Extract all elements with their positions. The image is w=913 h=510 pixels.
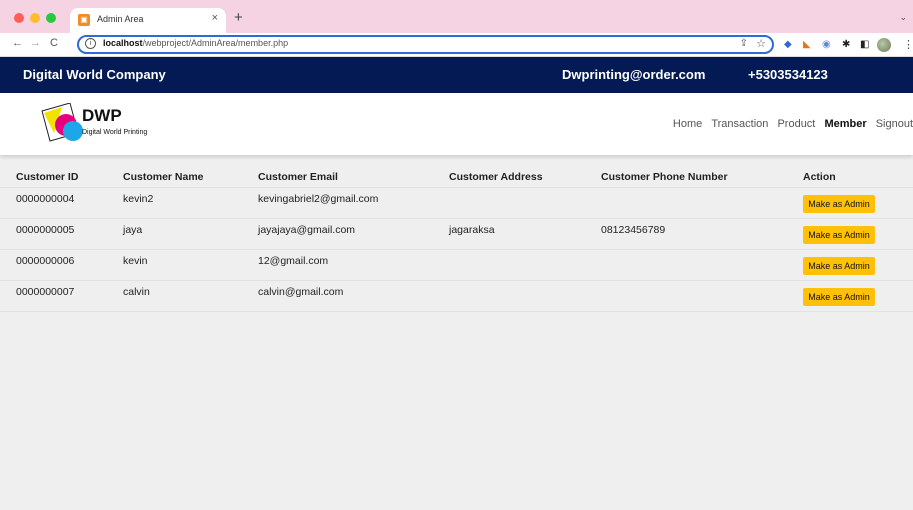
customer-email: jayajaya@gmail.com	[258, 224, 356, 236]
header-action: Action	[803, 171, 836, 183]
browser-menu-icon[interactable]: ⋮	[903, 38, 913, 51]
contact-email: Dwprinting@order.com	[562, 67, 706, 82]
window-zoom-control[interactable]	[46, 13, 56, 23]
table-row: 0000000005 jaya jayajaya@gmail.com jagar…	[0, 219, 913, 250]
header-customer-id: Customer ID	[16, 171, 79, 183]
customer-email: kevingabriel2@gmail.com	[258, 193, 379, 205]
side-panel-icon[interactable]: ◧	[860, 39, 869, 50]
members-table: Customer ID Customer Name Customer Email…	[0, 166, 913, 312]
customer-id: 0000000005	[16, 224, 75, 236]
browser-tab-bar: ▣ Admin Area × + ⌄	[0, 0, 913, 33]
extension-fox-icon[interactable]: ◣	[803, 39, 811, 50]
url-path: /webproject/AdminArea/member.php	[142, 38, 289, 48]
make-admin-button[interactable]: Make as Admin	[803, 257, 875, 275]
table-header-row: Customer ID Customer Name Customer Email…	[0, 166, 913, 188]
customer-name: calvin	[123, 286, 150, 298]
dwp-logo[interactable]: DWP Digital World Printing	[40, 102, 175, 147]
company-name: Digital World Company	[23, 67, 166, 82]
customer-phone: 08123456789	[601, 224, 666, 236]
window-close-control[interactable]	[14, 13, 24, 23]
site-topbar: Digital World Company Dwprinting@order.c…	[0, 57, 913, 93]
table-row: 0000000006 kevin 12@gmail.com Make as Ad…	[0, 250, 913, 281]
contact-phone: +5303534123	[748, 67, 828, 82]
customer-email: 12@gmail.com	[258, 255, 329, 267]
reload-icon[interactable]: C	[50, 37, 58, 49]
nav-signout[interactable]: Signout	[876, 118, 913, 130]
window-minimize-control[interactable]	[30, 13, 40, 23]
customer-name: kevin2	[123, 193, 154, 205]
extension-diamond-icon[interactable]: ◆	[784, 39, 792, 50]
back-icon[interactable]: ←	[12, 37, 23, 49]
logo-tagline: Digital World Printing	[82, 129, 147, 136]
html-icon: ▣	[78, 14, 90, 26]
site-header: DWP Digital World Printing Home Transact…	[0, 93, 913, 155]
header-customer-address: Customer Address	[449, 171, 543, 183]
header-customer-name: Customer Name	[123, 171, 204, 183]
customer-email: calvin@gmail.com	[258, 286, 344, 298]
forward-icon[interactable]: →	[30, 37, 41, 49]
customer-id: 0000000007	[16, 286, 75, 298]
nav-product[interactable]: Product	[777, 118, 815, 130]
logo-graphic: DWP Digital World Printing	[41, 102, 147, 142]
make-admin-button[interactable]: Make as Admin	[803, 226, 875, 244]
header-customer-email: Customer Email	[258, 171, 338, 183]
customer-address: jagaraksa	[449, 224, 495, 236]
tab-search-icon[interactable]: ⌄	[899, 12, 907, 23]
nav-member[interactable]: Member	[824, 118, 866, 130]
info-icon[interactable]: i	[85, 38, 96, 49]
logo-name: DWP	[82, 106, 122, 125]
nav-home[interactable]: Home	[673, 118, 702, 130]
tab-close-icon[interactable]: ×	[212, 12, 218, 24]
customer-id: 0000000004	[16, 193, 75, 205]
share-icon[interactable]: ⇪	[740, 38, 748, 49]
address-bar[interactable]: i localhost/webproject/AdminArea/member.…	[77, 35, 774, 54]
nav-transaction[interactable]: Transaction	[711, 118, 768, 130]
table-row: 0000000007 calvin calvin@gmail.com Make …	[0, 281, 913, 312]
bookmark-star-icon[interactable]: ☆	[756, 37, 766, 50]
main-nav: Home Transaction Product Member Signout	[667, 118, 913, 130]
make-admin-button[interactable]: Make as Admin	[803, 195, 875, 213]
header-customer-phone: Customer Phone Number	[601, 171, 728, 183]
browser-tab[interactable]: ▣ Admin Area ×	[70, 8, 226, 33]
make-admin-button[interactable]: Make as Admin	[803, 288, 875, 306]
customer-id: 0000000006	[16, 255, 75, 267]
table-row: 0000000004 kevin2 kevingabriel2@gmail.co…	[0, 188, 913, 219]
extension-translate-icon[interactable]: ◉	[822, 39, 831, 50]
customer-name: kevin	[123, 255, 148, 267]
tab-title: Admin Area	[97, 14, 144, 24]
extensions-puzzle-icon[interactable]: ✱	[842, 39, 850, 50]
profile-avatar[interactable]	[877, 38, 891, 52]
customer-name: jaya	[123, 224, 143, 236]
browser-toolbar: ← → C i localhost/webproject/AdminArea/m…	[0, 33, 913, 57]
new-tab-icon[interactable]: +	[234, 9, 243, 26]
url-host: localhost	[103, 38, 143, 48]
url-text: localhost/webproject/AdminArea/member.ph…	[103, 38, 288, 48]
